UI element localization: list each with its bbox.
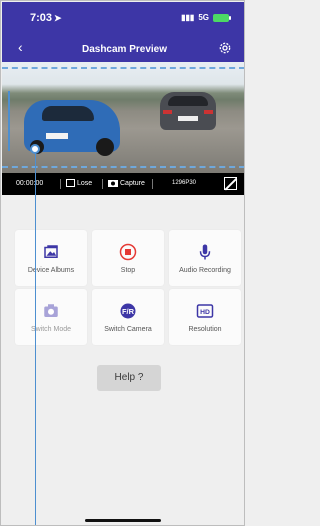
folder-icon [66, 179, 75, 187]
albums-icon [44, 244, 58, 258]
page-title: Dashcam Preview [81, 44, 168, 55]
camera-icon [44, 303, 58, 317]
svg-text:F/R: F/R [122, 307, 135, 316]
divider [60, 179, 61, 189]
audio-recording-label: Audio Recording [179, 266, 231, 274]
resolution-button[interactable]: HD Resolution [169, 289, 241, 345]
drag-handle[interactable] [8, 91, 10, 151]
microphone-icon [199, 244, 211, 259]
blue-car [24, 100, 120, 156]
resolution-readout: 1296P30 [172, 180, 197, 186]
annotation-dot [30, 144, 40, 154]
camera-icon [108, 180, 118, 187]
app-frame: 7:03 ➤ ▮▮▮ 5G ‹ Dashcam Preview 00:00:00 … [0, 0, 245, 526]
header-bar: 7:03 ➤ ▮▮▮ 5G ‹ Dashcam Preview [2, 2, 244, 62]
elapsed-time: 00:00:00 [16, 180, 44, 187]
frame-guide-top [2, 67, 244, 69]
switch-mode-label: Switch Mode [30, 325, 72, 333]
record-stop-icon [119, 243, 137, 260]
gear-icon[interactable] [217, 40, 233, 56]
capture-button[interactable]: Capture [108, 179, 145, 187]
frame-guide-bottom [2, 166, 244, 168]
switch-camera-label: Switch Camera [104, 325, 152, 333]
stop-label: Stop [120, 266, 136, 274]
stop-button[interactable]: Stop [92, 230, 164, 286]
home-indicator[interactable] [85, 519, 161, 522]
gray-car [160, 92, 216, 130]
location-arrow-icon: ➤ [54, 13, 62, 23]
capture-label: Capture [120, 179, 145, 187]
battery-icon [213, 13, 231, 22]
svg-text:HD: HD [200, 309, 210, 316]
live-video-preview[interactable] [2, 62, 244, 173]
resolution-label: Resolution [188, 325, 222, 333]
network-label: 5G [198, 13, 209, 22]
status-time-text: 7:03 [30, 12, 53, 24]
divider [152, 179, 153, 189]
switch-camera-icon: F/R [120, 303, 136, 318]
help-button[interactable]: Help ? [97, 365, 161, 391]
signal-icon: ▮▮▮ [181, 13, 195, 22]
fullscreen-icon[interactable] [224, 177, 237, 190]
status-time: 7:03 ➤ [30, 12, 62, 24]
audio-recording-button[interactable]: Audio Recording [169, 230, 241, 286]
lose-button[interactable]: Lose [66, 179, 92, 187]
divider [102, 179, 103, 189]
switch-camera-button[interactable]: F/R Switch Camera [92, 289, 164, 345]
annotation-line [35, 149, 36, 525]
hd-icon: HD [196, 303, 214, 318]
switch-mode-button[interactable]: Switch Mode [15, 289, 87, 345]
lose-label: Lose [77, 179, 93, 187]
device-albums-button[interactable]: Device Albums [15, 230, 87, 286]
status-indicators: ▮▮▮ 5G [181, 13, 231, 22]
control-strip: 00:00:00 Lose Capture 1296P30 [2, 173, 244, 195]
